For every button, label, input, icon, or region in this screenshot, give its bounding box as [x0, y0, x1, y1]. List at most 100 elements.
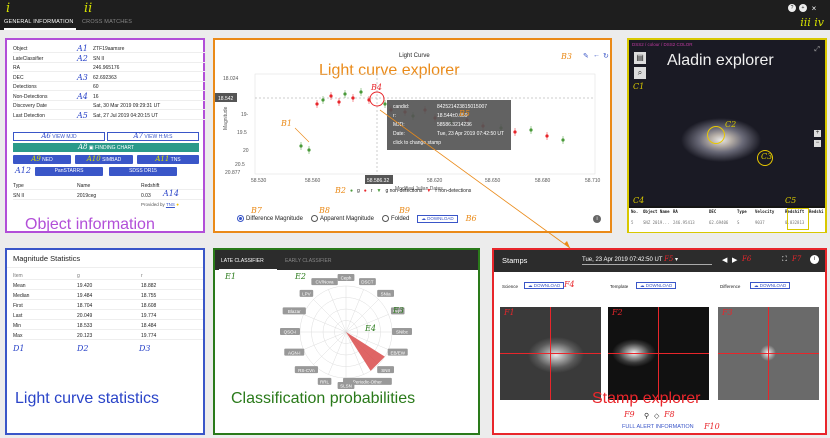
observation-point[interactable]: [321, 98, 325, 102]
simbad-button[interactable]: A10 SIMBAD: [75, 155, 133, 164]
apparent-magnitude-radio[interactable]: Apparent Magnitude: [310, 215, 374, 222]
view-hms-label: VIEW H:M:S: [144, 134, 173, 140]
observation-point[interactable]: [561, 138, 565, 142]
fullscreen-icon[interactable]: ⛶: [782, 256, 787, 264]
tab-early-classifier[interactable]: EARLY CLASSIFIER: [285, 258, 332, 264]
template-download-button[interactable]: ☁ DOWNLOAD: [636, 282, 677, 289]
magnitude-options: Difference Magnitude Apparent Magnitude …: [237, 214, 477, 223]
tns-link[interactable]: TNS: [166, 202, 175, 207]
observation-point[interactable]: [343, 92, 347, 96]
zoom-out-icon[interactable]: −: [814, 140, 821, 147]
annotation-c3: C3: [761, 152, 773, 161]
observation-point[interactable]: [299, 144, 303, 148]
col-type: Type: [13, 183, 24, 189]
field-label: Last Detection: [13, 112, 45, 119]
full-alert-information-link[interactable]: FULL ALERT INFORMATION: [622, 424, 694, 430]
y-tick: 18.024: [223, 76, 239, 82]
light-curve-download-button[interactable]: ☁ DOWNLOAD: [417, 214, 458, 223]
tab-general-information[interactable]: GENERAL INFORMATION: [4, 19, 74, 25]
settings-icon[interactable]: ◇: [654, 412, 659, 420]
tooltip-hint: click to change stamp: [393, 140, 441, 146]
stamps-info-icon[interactable]: i: [810, 255, 819, 264]
tab-cross-matches[interactable]: CROSS MATCHES: [82, 19, 132, 25]
g-nondet-icon: ▼: [376, 187, 382, 194]
field-label: Discovery Date: [13, 103, 47, 109]
annotation-e3: E3: [393, 306, 404, 315]
view-hms-button[interactable]: A7 VIEW H:M:S: [107, 132, 199, 141]
science-download-button[interactable]: ☁ DOWNLOAD: [524, 282, 565, 289]
table-cell: Mean: [13, 283, 26, 289]
radar-label: Ceph: [341, 276, 352, 281]
add-icon[interactable]: +: [799, 4, 807, 12]
table-cell: 19.420: [77, 283, 93, 289]
previous-stamp-icon[interactable]: ◀: [722, 256, 727, 264]
object-field-row: Object A1 ZTF19aamsre: [13, 45, 205, 53]
difference-magnitude-radio[interactable]: Difference Magnitude: [237, 215, 303, 222]
column-header: DEC: [709, 209, 717, 214]
light-curve-chart[interactable]: 18.542 18.024 19- 19.5 20 20.5 20.877 Ma…: [215, 70, 610, 200]
field-value: ZTF19aamsre: [93, 46, 125, 52]
observation-point[interactable]: [315, 102, 319, 106]
science-stamp[interactable]: [500, 307, 601, 400]
search-icon[interactable]: ⌕: [634, 67, 646, 79]
annotation-c2: C2: [725, 120, 737, 129]
table-cell: 20.049: [77, 313, 93, 319]
classification-panel: LATE CLASSIFIER EARLY CLASSIFIER E1 E2 C…: [213, 248, 480, 435]
stamp-date-select[interactable]: Tue, 23 Apr 2019 07:42:50 UT F5 ▾: [582, 255, 712, 265]
close-icon[interactable]: ×: [810, 4, 818, 13]
folded-radio[interactable]: Folded: [381, 215, 409, 222]
observation-point[interactable]: [383, 102, 387, 106]
view-mjd-button[interactable]: A6 VIEW MJD: [13, 132, 105, 141]
refresh-icon[interactable]: ↻: [603, 52, 609, 60]
tns-button[interactable]: A11 TNS: [137, 155, 199, 164]
y-tick: 20.5: [235, 162, 245, 168]
table-cell: 20.123: [77, 333, 93, 339]
observation-point[interactable]: [307, 148, 311, 152]
apparent-magnitude-label: Apparent Magnitude: [319, 215, 374, 222]
observation-point[interactable]: [359, 90, 363, 94]
stamps-panel: Stamps Tue, 23 Apr 2019 07:42:50 UT F5 ▾…: [492, 248, 827, 435]
layers-icon[interactable]: ▤: [634, 52, 646, 64]
table-row: Max 20.123 19.774: [13, 332, 203, 340]
classification-radar-chart[interactable]: CephDSCTSNIaEBCSNibcEB/EWSNIIPeriodic-Ot…: [215, 274, 478, 394]
field-value: Sat, 27 Jul 2019 04:20:15 UT: [93, 112, 159, 119]
y-tick: 19-: [241, 112, 249, 118]
target-marker: [707, 126, 725, 144]
stamp-explorer-title: Stamp explorer: [592, 390, 701, 407]
sdss-button[interactable]: SDSS DR15: [109, 167, 177, 176]
zoom-in-icon[interactable]: +: [814, 130, 821, 137]
window-controls: ? + ×: [788, 4, 818, 13]
edit-icon[interactable]: ✎: [583, 52, 589, 60]
crosshair: [658, 307, 659, 400]
template-stamp[interactable]: [608, 307, 709, 400]
download-label: DOWNLOAD: [533, 283, 561, 288]
observation-point[interactable]: [337, 100, 341, 104]
observation-point[interactable]: [529, 128, 533, 132]
active-tab-indicator: [219, 268, 277, 270]
annotation-b6: B6: [465, 214, 477, 223]
radar-label: SNibc: [396, 330, 409, 335]
finding-chart-button[interactable]: A8 ▣ FINDING CHART: [13, 143, 199, 152]
observation-point[interactable]: [513, 130, 517, 134]
annotation-a9: A9: [31, 155, 41, 163]
annotation-a10: A10: [86, 155, 101, 163]
expand-icon[interactable]: ⤢: [814, 46, 820, 54]
observation-point[interactable]: [545, 134, 549, 138]
observation-point[interactable]: [351, 96, 355, 100]
object-field-row: Discovery Date Sat, 30 Mar 2019 09:29:31 …: [13, 103, 205, 110]
tab-late-classifier[interactable]: LATE CLASSIFIER: [221, 258, 264, 264]
x-tick: 58.560: [305, 178, 321, 184]
difference-download-button[interactable]: ☁ DOWNLOAD: [750, 282, 791, 289]
table-header: Item g r: [13, 272, 203, 280]
difference-stamp[interactable]: [718, 307, 819, 400]
legend-r: r: [370, 187, 373, 194]
annotation-c5: C5: [785, 196, 797, 205]
next-stamp-icon[interactable]: ▶: [732, 256, 737, 264]
panstarrs-button[interactable]: PanSTARRS: [35, 167, 103, 176]
zoom-icon[interactable]: ⚲: [644, 412, 649, 420]
help-icon[interactable]: ?: [788, 4, 796, 12]
observation-point[interactable]: [329, 94, 333, 98]
ned-button[interactable]: A9 NED: [13, 155, 71, 164]
back-icon[interactable]: ←: [593, 52, 600, 59]
info-icon[interactable]: i: [593, 215, 601, 223]
